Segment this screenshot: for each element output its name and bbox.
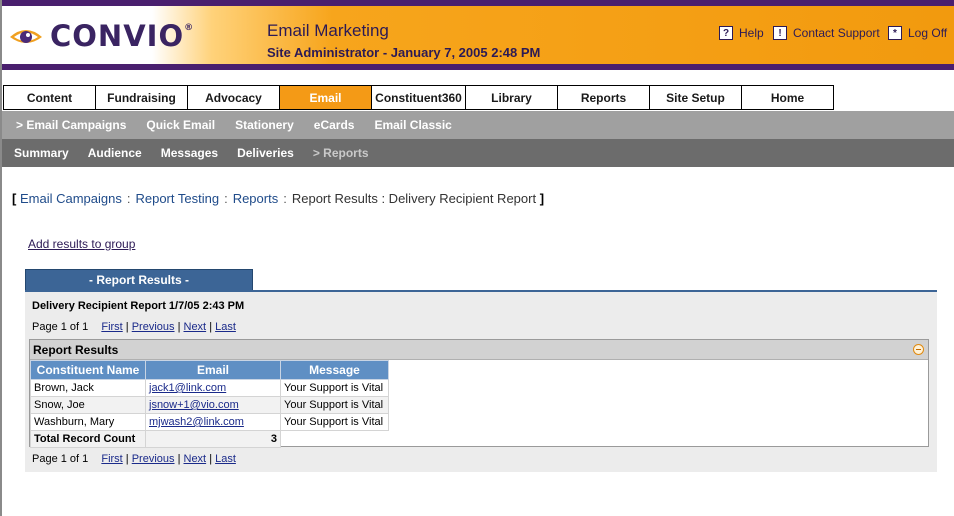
- breadcrumb-reports[interactable]: Reports: [233, 191, 279, 206]
- report-results-box: Report Results Constituent Name Email Me…: [29, 339, 929, 448]
- pager-separator: |: [177, 321, 181, 333]
- log-off-link[interactable]: * Log Off: [888, 26, 947, 40]
- log-off-icon: *: [888, 26, 902, 40]
- help-link[interactable]: ? Help: [719, 26, 764, 40]
- breadcrumb-close-bracket: ]: [539, 191, 545, 206]
- col-constituent-name[interactable]: Constituent Name: [30, 360, 146, 380]
- breadcrumb: [ Email Campaigns: Report Testing: Reports…: [12, 191, 545, 206]
- breadcrumb-current: : Delivery Recipient Report: [381, 191, 537, 206]
- table-row: Brown, Jack jack1@link.com Your Support …: [30, 379, 389, 397]
- table-row: Washburn, Mary mjwash2@link.com Your Sup…: [30, 413, 389, 431]
- pager-previous-link[interactable]: Previous: [132, 453, 175, 465]
- table-header-row: Constituent Name Email Message: [30, 360, 389, 380]
- pager-separator: |: [209, 321, 213, 333]
- email-link[interactable]: jsnow+1@vio.com: [149, 399, 239, 411]
- pager-previous-link[interactable]: Previous: [132, 321, 175, 333]
- window-left-border: [0, 0, 2, 516]
- cell-name: Snow, Joe: [30, 396, 146, 414]
- tab-library[interactable]: Library: [465, 85, 558, 110]
- col-email[interactable]: Email: [145, 360, 281, 380]
- pager-first-link[interactable]: First: [101, 453, 122, 465]
- table-row: Snow, Joe jsnow+1@vio.com Your Support i…: [30, 396, 389, 414]
- report-panel: Delivery Recipient Report 1/7/05 2:43 PM…: [25, 290, 937, 472]
- pager-separator: |: [125, 453, 129, 465]
- page-count: Page 1 of 1: [32, 453, 89, 465]
- logo-eye-icon: [8, 23, 44, 49]
- pager-bottom: Page 1 of 1 First | Previous | Next | La…: [32, 453, 236, 465]
- pager-next-link[interactable]: Next: [184, 453, 207, 465]
- results-table: Constituent Name Email Message Brown, Ja…: [30, 360, 389, 448]
- pager-top: Page 1 of 1 First | Previous | Next | La…: [32, 321, 236, 333]
- cell-message: Your Support is Vital: [280, 396, 389, 414]
- subnav-email-campaigns[interactable]: > Email Campaigns: [16, 118, 126, 132]
- report-title: Delivery Recipient Report 1/7/05 2:43 PM: [32, 300, 245, 312]
- header-banner: CONVIO® Email Marketing Site Administrat…: [2, 6, 954, 64]
- breadcrumb-report-testing[interactable]: Report Testing: [135, 191, 219, 206]
- user-date-line: Site Administrator - January 7, 2005 2:4…: [267, 45, 541, 60]
- tab-reports[interactable]: Reports: [557, 85, 650, 110]
- subnav-deliveries[interactable]: Deliveries: [237, 146, 294, 160]
- cell-email: mjwash2@link.com: [145, 413, 281, 431]
- contact-support-label: Contact Support: [793, 26, 880, 40]
- add-results-to-group-link[interactable]: Add results to group: [28, 237, 135, 251]
- log-off-label: Log Off: [908, 26, 948, 40]
- pager-separator: |: [125, 321, 129, 333]
- pager-next-link[interactable]: Next: [184, 321, 207, 333]
- breadcrumb-open-bracket: [: [12, 191, 17, 206]
- col-message[interactable]: Message: [280, 360, 389, 380]
- pager-first-link[interactable]: First: [101, 321, 122, 333]
- pager-last-link[interactable]: Last: [215, 321, 236, 333]
- pager-last-link[interactable]: Last: [215, 453, 236, 465]
- breadcrumb-report-results: Report Results: [291, 191, 378, 206]
- subnav-stationery[interactable]: Stationery: [235, 118, 294, 132]
- results-title: Report Results: [33, 343, 119, 357]
- header-bottom-band: [2, 64, 954, 70]
- app-title: Email Marketing: [267, 21, 389, 40]
- campaign-subnav: Summary Audience Messages Deliveries > R…: [2, 139, 954, 167]
- total-value: 3: [145, 430, 281, 448]
- report-results-tab[interactable]: - Report Results -: [25, 269, 253, 291]
- pager-separator: |: [209, 453, 213, 465]
- cell-message: Your Support is Vital: [280, 413, 389, 431]
- subnav-ecards[interactable]: eCards: [314, 118, 355, 132]
- email-link[interactable]: jack1@link.com: [149, 382, 226, 394]
- tab-constituent360[interactable]: Constituent360: [371, 85, 466, 110]
- page-count: Page 1 of 1: [32, 321, 89, 333]
- email-link[interactable]: mjwash2@link.com: [149, 416, 244, 428]
- empty-cell: [281, 431, 389, 448]
- breadcrumb-email-campaigns[interactable]: Email Campaigns: [20, 191, 122, 206]
- results-header: Report Results: [30, 340, 928, 360]
- tab-fundraising[interactable]: Fundraising: [95, 85, 188, 110]
- help-label: Help: [739, 26, 764, 40]
- tab-home[interactable]: Home: [741, 85, 834, 110]
- collapse-icon[interactable]: [913, 344, 924, 355]
- subnav-summary[interactable]: Summary: [14, 146, 69, 160]
- cell-email: jack1@link.com: [145, 379, 281, 397]
- contact-support-link[interactable]: ! Contact Support: [773, 26, 880, 40]
- logo-wordmark: CONVIO®: [50, 19, 195, 53]
- cell-name: Brown, Jack: [30, 379, 146, 397]
- subnav-messages[interactable]: Messages: [161, 146, 218, 160]
- pager-separator: |: [177, 453, 181, 465]
- convio-logo[interactable]: CONVIO®: [8, 19, 195, 53]
- subnav-audience[interactable]: Audience: [88, 146, 142, 160]
- total-row: Total Record Count 3: [30, 430, 389, 448]
- email-subnav: > Email Campaigns Quick Email Stationery…: [2, 111, 954, 139]
- cell-name: Washburn, Mary: [30, 413, 146, 431]
- subnav-quick-email[interactable]: Quick Email: [146, 118, 215, 132]
- tab-advocacy[interactable]: Advocacy: [187, 85, 280, 110]
- total-label: Total Record Count: [30, 430, 146, 448]
- tab-email[interactable]: Email: [279, 85, 372, 110]
- subnav-email-classic[interactable]: Email Classic: [374, 118, 451, 132]
- cell-message: Your Support is Vital: [280, 379, 389, 397]
- alert-icon: !: [773, 26, 787, 40]
- main-nav: Content Fundraising Advocacy Email Const…: [3, 85, 834, 110]
- tab-content[interactable]: Content: [3, 85, 96, 110]
- subnav-reports[interactable]: > Reports: [313, 146, 369, 160]
- help-icon: ?: [719, 26, 733, 40]
- cell-email: jsnow+1@vio.com: [145, 396, 281, 414]
- tab-site-setup[interactable]: Site Setup: [649, 85, 742, 110]
